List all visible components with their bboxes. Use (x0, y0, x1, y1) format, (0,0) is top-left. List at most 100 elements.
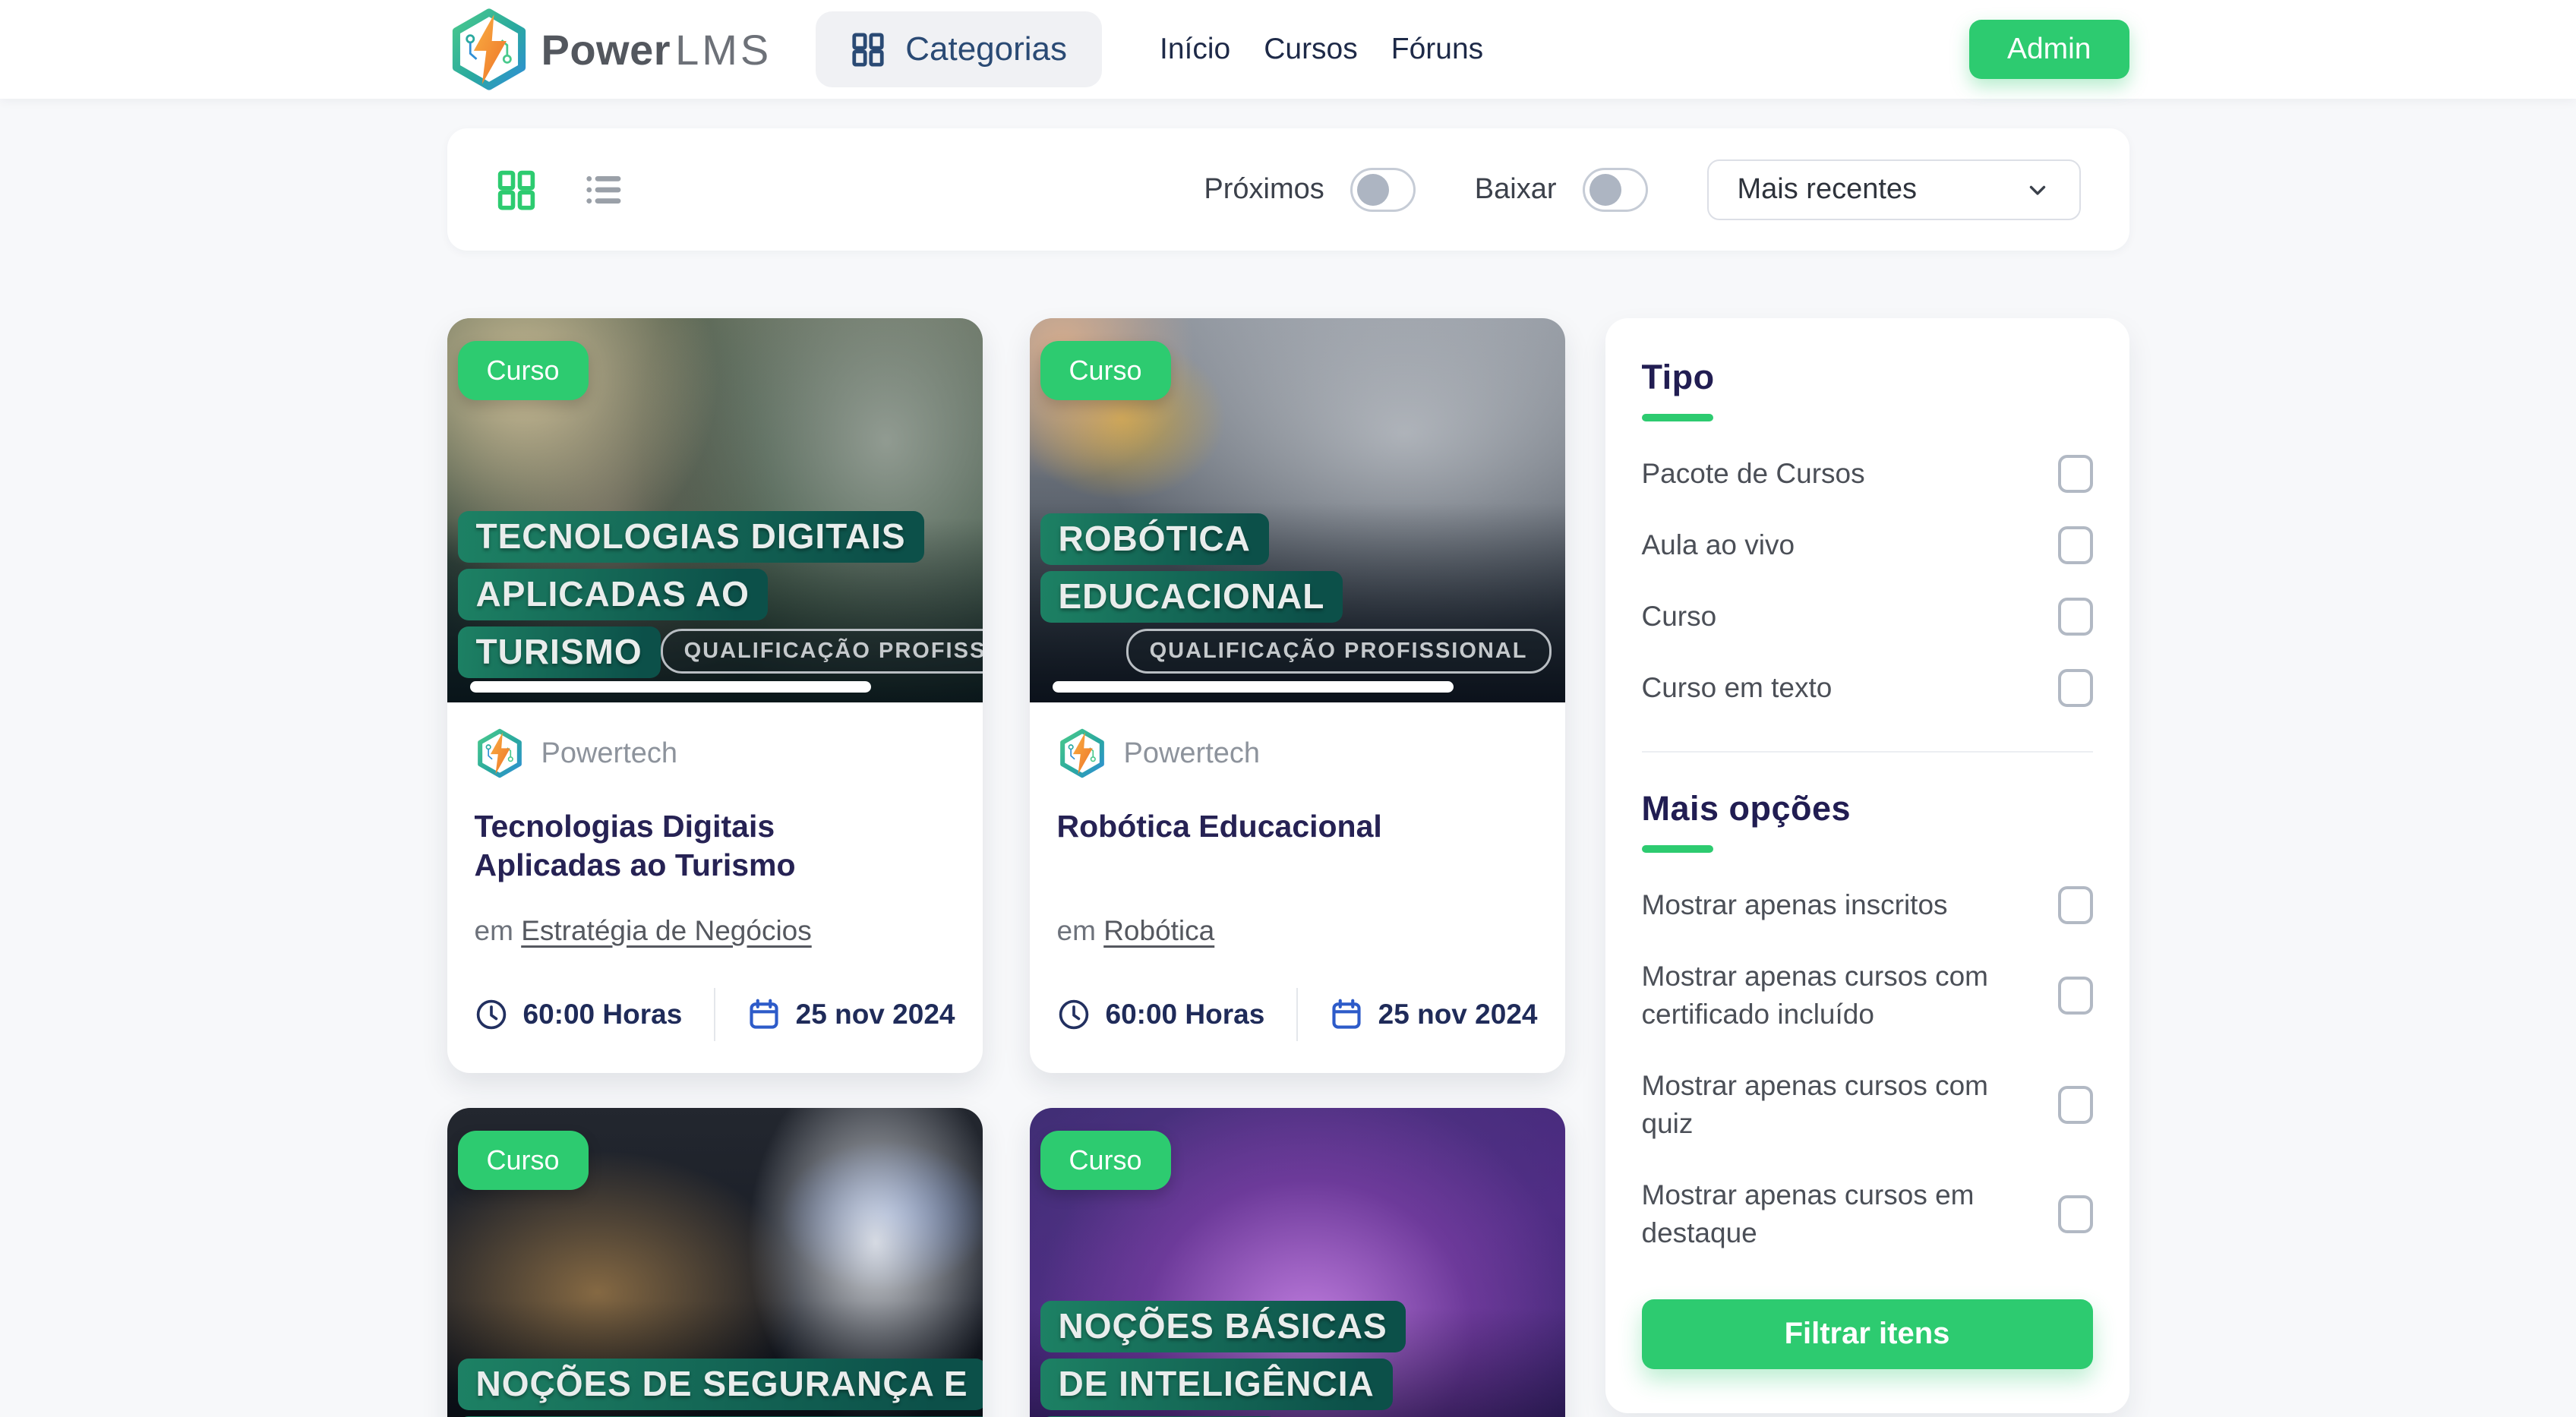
course-card-footer: 60:00 Horas 25 nov 2024 (475, 988, 955, 1041)
cover-title-line: TECNOLOGIAS DIGITAIS (458, 511, 924, 563)
cover-title-line: TURISMO (458, 626, 661, 678)
filter-option-apenas-inscritos[interactable]: Mostrar apenas inscritos (1642, 886, 2093, 924)
sort-select-value: Mais recentes (1738, 173, 1918, 206)
course-duration: 60:00 Horas (1057, 998, 1265, 1031)
course-card-tecnologias-digitais[interactable]: Curso TECNOLOGIAS DIGITAIS APLICADAS AO … (447, 318, 983, 1073)
cover-title-line: EDUCACIONAL (1040, 571, 1343, 623)
brand-logo[interactable]: PowerLMS (447, 8, 772, 91)
course-duration: 60:00 Horas (475, 998, 683, 1031)
checkbox[interactable] (2058, 977, 2093, 1015)
mais-opcoes-section-title: Mais opções (1642, 789, 2093, 828)
filter-option-pacote-de-cursos[interactable]: Pacote de Cursos (1642, 455, 2093, 493)
checkbox[interactable] (2058, 1086, 2093, 1124)
baixar-toggle[interactable] (1583, 168, 1648, 212)
cover-title-line: ROBÓTICA (1040, 513, 1269, 565)
course-cover-image: Curso NOÇÕES BÁSICAS DE INTELIGÊNCIA ART… (1030, 1108, 1565, 1417)
course-card-robotica-educacional[interactable]: Curso ROBÓTICA EDUCACIONAL QUALIFICAÇÃO … (1030, 318, 1565, 1073)
provider-name: Powertech (1124, 737, 1261, 770)
filter-option-label: Mostrar apenas cursos com quiz (1642, 1067, 2058, 1143)
checkbox[interactable] (2058, 598, 2093, 636)
course-date: 25 nov 2024 (1330, 998, 1538, 1031)
provider-row: Powertech (1057, 728, 1538, 778)
brand-name: PowerLMS (541, 25, 772, 74)
filter-option-certificado-incluido[interactable]: Mostrar apenas cursos com certificado in… (1642, 958, 2093, 1034)
provider-name: Powertech (541, 737, 678, 770)
course-card-body: Powertech Robótica Educacional em Robóti… (1030, 702, 1565, 1073)
filter-option-em-destaque[interactable]: Mostrar apenas cursos em destaque (1642, 1176, 2093, 1252)
nav-item-foruns[interactable]: Fóruns (1391, 33, 1483, 66)
category-prefix: em (1057, 915, 1096, 946)
top-navigation-bar: PowerLMS Categorias Início Cursos Fóruns… (0, 0, 2576, 99)
category-link[interactable]: Estratégia de Negócios (521, 915, 812, 946)
grid-view-icon (496, 169, 537, 210)
course-card-nocoes-seguranca[interactable]: Curso NOÇÕES DE SEGURANÇA E AUDITORIA DA… (447, 1108, 983, 1417)
checkbox[interactable] (2058, 1195, 2093, 1233)
filter-items-button[interactable]: Filtrar itens (1642, 1299, 2093, 1369)
powertech-logo-icon (475, 728, 525, 778)
grid-view-button[interactable] (496, 169, 537, 210)
date-text: 25 nov 2024 (796, 999, 955, 1030)
cover-title-line: DE INTELIGÊNCIA (1040, 1359, 1393, 1410)
filter-option-label: Mostrar apenas inscritos (1642, 886, 1968, 924)
cover-title-line: NOÇÕES DE SEGURANÇA E (458, 1359, 983, 1410)
category-link[interactable]: Robótica (1103, 915, 1214, 946)
filter-toolbar: Próximos Baixar Mais recentes (447, 128, 2129, 251)
power-lms-logo-icon (447, 8, 531, 91)
page: PowerLMS Categorias Início Cursos Fóruns… (0, 0, 2576, 1417)
course-date: 25 nov 2024 (747, 998, 955, 1031)
footer-divider (1296, 988, 1298, 1041)
course-cover-image: Curso TECNOLOGIAS DIGITAIS APLICADAS AO … (447, 318, 983, 702)
list-view-button[interactable] (584, 169, 625, 210)
course-cover-image: Curso NOÇÕES DE SEGURANÇA E AUDITORIA DA… (447, 1108, 983, 1417)
view-mode-switch (496, 169, 625, 210)
course-card-body: Powertech Tecnologias Digitais Aplicadas… (447, 702, 983, 1073)
course-cover-image: Curso ROBÓTICA EDUCACIONAL QUALIFICAÇÃO … (1030, 318, 1565, 702)
cover-title-line: NOÇÕES BÁSICAS (1040, 1301, 1406, 1352)
duration-text: 60:00 Horas (523, 999, 683, 1030)
clock-icon (1057, 998, 1091, 1031)
course-card-nocoes-ia[interactable]: Curso NOÇÕES BÁSICAS DE INTELIGÊNCIA ART… (1030, 1108, 1565, 1417)
qualification-tag: QUALIFICAÇÃO PROFISSIONAL (1126, 629, 1552, 674)
categories-grid-icon (851, 32, 886, 67)
duration-text: 60:00 Horas (1106, 999, 1265, 1030)
mais-opcoes-title-underline (1642, 845, 1713, 853)
filter-option-label: Curso em texto (1642, 669, 1852, 707)
filter-option-label: Aula ao vivo (1642, 526, 1815, 564)
nav-item-inicio[interactable]: Início (1160, 33, 1230, 66)
proximos-toggle-label: Próximos (1204, 173, 1324, 206)
toggle-knob (1589, 174, 1621, 206)
checkbox[interactable] (2058, 455, 2093, 493)
filters-sidebar: Tipo Pacote de Cursos Aula ao vivo Curso… (1605, 318, 2129, 1413)
toggle-knob (1357, 174, 1389, 206)
filter-option-com-quiz[interactable]: Mostrar apenas cursos com quiz (1642, 1067, 2093, 1143)
filter-option-label: Curso (1642, 598, 1737, 636)
course-type-badge: Curso (458, 1131, 589, 1190)
brand-power-text: Power (541, 26, 671, 74)
course-title-link[interactable]: Robótica Educacional (1057, 807, 1509, 898)
checkbox[interactable] (2058, 526, 2093, 564)
course-card-footer: 60:00 Horas 25 nov 2024 (1057, 988, 1538, 1041)
filter-option-curso-em-texto[interactable]: Curso em texto (1642, 669, 2093, 707)
filter-option-label: Mostrar apenas cursos com certificado in… (1642, 958, 2058, 1034)
cover-title-block: ROBÓTICA EDUCACIONAL QUALIFICAÇÃO PROFIS… (1040, 513, 1552, 678)
course-title-link[interactable]: Tecnologias Digitais Aplicadas ao Turism… (475, 807, 927, 898)
cover-title-block: NOÇÕES BÁSICAS DE INTELIGÊNCIA ARTIFICIA… (1040, 1301, 1552, 1417)
course-type-badge: Curso (458, 341, 589, 400)
filter-option-curso[interactable]: Curso (1642, 598, 2093, 636)
checkbox[interactable] (2058, 669, 2093, 707)
sort-select[interactable]: Mais recentes (1707, 159, 2081, 220)
admin-button[interactable]: Admin (1969, 20, 2129, 79)
course-type-badge: Curso (1040, 341, 1171, 400)
proximos-toggle[interactable] (1350, 168, 1416, 212)
cover-title-line: APLICADAS AO (458, 569, 768, 620)
categories-button[interactable]: Categorias (816, 11, 1102, 87)
course-category-row: em Robótica (1057, 915, 1538, 947)
brand-lms-text: LMS (675, 26, 772, 74)
chevron-down-icon (2025, 177, 2050, 203)
tipo-section-title: Tipo (1642, 358, 2093, 397)
checkbox[interactable] (2058, 886, 2093, 924)
main-nav: Início Cursos Fóruns (1160, 33, 1483, 66)
sidebar-divider (1642, 751, 2093, 753)
nav-item-cursos[interactable]: Cursos (1264, 33, 1358, 66)
filter-option-aula-ao-vivo[interactable]: Aula ao vivo (1642, 526, 2093, 564)
